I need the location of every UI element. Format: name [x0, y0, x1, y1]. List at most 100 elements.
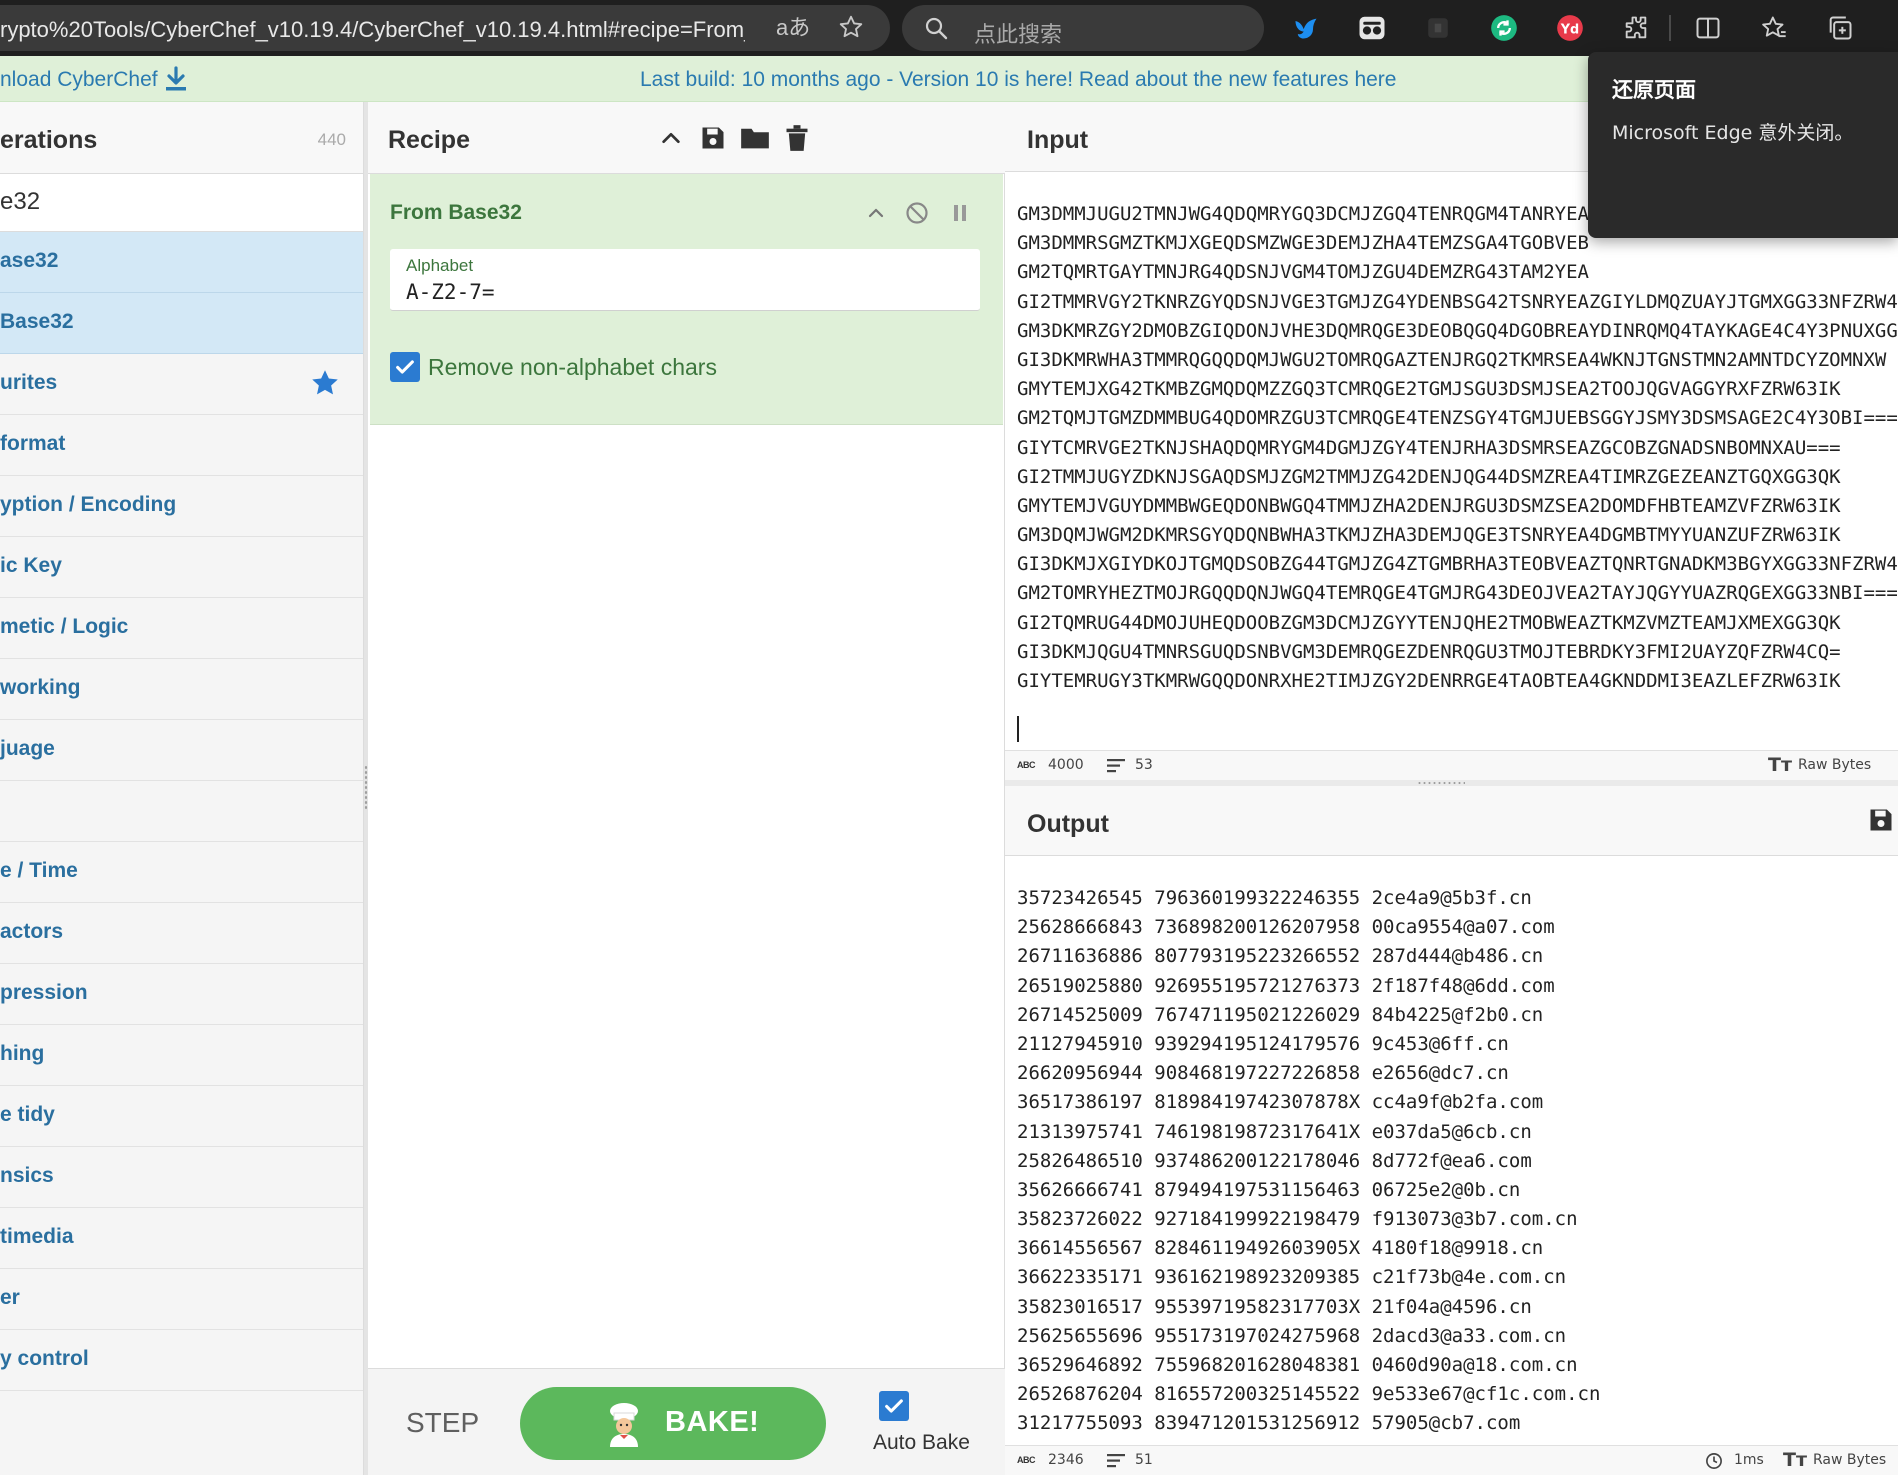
- operation-category-item[interactable]: juage: [0, 720, 363, 781]
- operation-category-item[interactable]: nsics: [0, 1147, 363, 1208]
- operation-category-label: working: [0, 676, 81, 699]
- bake-label: BAKE!: [665, 1406, 760, 1438]
- restore-pages-popup[interactable]: 还原页面 Microsoft Edge 意外关闭。: [1588, 52, 1898, 238]
- length-icon: ABC: [1017, 760, 1036, 770]
- output-line: 21313975741 74619819872317641X e037da5@6…: [1017, 1120, 1532, 1143]
- split-screen-icon[interactable]: [1692, 12, 1724, 44]
- output-line: 26711636886 807793195223266552 287d444@b…: [1017, 945, 1544, 968]
- input-caret: [1017, 716, 1019, 742]
- input-line: GM2TOMRYHEZTMOJRGQQDQNJWGQ4TEMRQGE4TGMJR…: [1017, 582, 1898, 605]
- favorites-icon[interactable]: [1758, 12, 1790, 44]
- lines-icon: [1107, 1454, 1125, 1468]
- operation-category-item[interactable]: working: [0, 659, 363, 720]
- bake-button[interactable]: BAKE!: [520, 1387, 826, 1460]
- popup-message: Microsoft Edge 意外关闭。: [1612, 122, 1854, 144]
- operation-category-item[interactable]: hing: [0, 1025, 363, 1086]
- auto-bake-label[interactable]: Auto Bake: [873, 1431, 970, 1455]
- address-bar-url[interactable]: rypto%20Tools/CyberChef_v10.19.4/CyberCh…: [0, 17, 745, 43]
- address-bar[interactable]: rypto%20Tools/CyberChef_v10.19.4/CyberCh…: [0, 5, 890, 51]
- sync-extension-icon[interactable]: [1488, 12, 1520, 44]
- version-notice-link[interactable]: Last build: 10 months ago - Version 10 i…: [640, 68, 1396, 92]
- operations-header: erations 440: [0, 102, 363, 174]
- alphabet-value[interactable]: A-Z2-7=: [406, 280, 495, 304]
- output-format[interactable]: Raw Bytes: [1813, 1452, 1886, 1468]
- operations-panel: erations 440 e32 ase32 Base32 urites form…: [0, 102, 364, 1475]
- operation-category-label: er: [0, 1286, 20, 1309]
- output-line: 25628666843 736898200126207958 00ca9554@…: [1017, 916, 1555, 939]
- step-button[interactable]: STEP: [406, 1407, 479, 1439]
- glasses-extension-icon[interactable]: [1356, 12, 1388, 44]
- pause-operation-icon[interactable]: [945, 198, 975, 228]
- favorite-star-icon[interactable]: [838, 14, 864, 45]
- operations-search-value[interactable]: e32: [0, 188, 40, 216]
- operation-category-item[interactable]: metic / Logic: [0, 598, 363, 659]
- input-status-bar: ABC 4000 53 Tт Raw Bytes: [1005, 750, 1898, 780]
- remove-non-alphabet-label[interactable]: Remove non-alphabet chars: [428, 354, 717, 381]
- clear-recipe-icon[interactable]: [781, 122, 813, 154]
- remove-non-alphabet-checkbox[interactable]: [390, 352, 420, 382]
- save-recipe-icon[interactable]: [697, 122, 729, 154]
- puzzle-extensions-icon[interactable]: [1620, 12, 1652, 44]
- clock-icon: [1706, 1453, 1722, 1469]
- operation-category-item[interactable]: actors: [0, 903, 363, 964]
- from-base32-operation[interactable]: From Base32 Alphabet A-Z2-7= Remove non-…: [370, 174, 1003, 425]
- operation-category-item[interactable]: ase32: [0, 232, 363, 293]
- output-line: 26714525009 767471195021226029 84b4225@f…: [1017, 1003, 1544, 1026]
- font-size-icon[interactable]: Tт: [1783, 1449, 1807, 1471]
- operation-category-label: ase32: [0, 249, 59, 272]
- browser-search-box[interactable]: 点此搜索: [902, 5, 1264, 51]
- operation-category-item[interactable]: [0, 781, 363, 842]
- operation-category-label: e tidy: [0, 1103, 55, 1126]
- output-line: 25826486510 937486200122178046 8d772f@ea…: [1017, 1149, 1532, 1172]
- collections-icon[interactable]: [1824, 12, 1856, 44]
- output-line: 36529646892 755968201628048381 0460d90a@…: [1017, 1354, 1578, 1376]
- grey-extension-icon[interactable]: [1422, 12, 1454, 44]
- alphabet-field[interactable]: Alphabet A-Z2-7=: [390, 249, 980, 311]
- bake-time: 1ms: [1734, 1452, 1764, 1468]
- operation-category-item[interactable]: Base32: [0, 293, 363, 354]
- disable-operation-icon[interactable]: [902, 198, 932, 228]
- input-line: GM3DQMJWGM2DKMRSGYQDQNBWHA3TKMJZHA3DEMJQ…: [1017, 524, 1841, 547]
- browser-toolbar: rypto%20Tools/CyberChef_v10.19.4/CyberCh…: [0, 0, 1898, 56]
- red-extension-icon[interactable]: Yd: [1554, 12, 1586, 44]
- operation-category-item[interactable]: urites: [0, 354, 363, 415]
- save-output-icon[interactable]: [1867, 806, 1895, 834]
- output-text-area[interactable]: 35723426545 796360199322246355 2ce4a9@5b…: [1017, 856, 1898, 1446]
- io-resize-handle[interactable]: [1417, 781, 1465, 785]
- output-line: 21127945910 939294195124179576 9c453@6ff…: [1017, 1032, 1509, 1055]
- output-line: 35823016517 95539719582317703X 21f04a@45…: [1017, 1295, 1532, 1318]
- operation-category-item[interactable]: y control: [0, 1330, 363, 1391]
- operation-category-item[interactable]: yption / Encoding: [0, 476, 363, 537]
- operation-category-item[interactable]: pression: [0, 964, 363, 1025]
- output-line: 35723426545 796360199322246355 2ce4a9@5b…: [1017, 887, 1532, 909]
- collapse-operation-icon[interactable]: [861, 198, 891, 228]
- operation-category-item[interactable]: e / Time: [0, 842, 363, 903]
- operations-count: 440: [317, 130, 346, 149]
- operations-search-input[interactable]: e32: [0, 174, 363, 232]
- operation-category-item[interactable]: er: [0, 1269, 363, 1330]
- input-line: GM2TQMJTGMZDMMBUG4QDOMRZGU3TCMRQGE4TENZS…: [1017, 407, 1898, 430]
- operation-category-item[interactable]: format: [0, 415, 363, 476]
- input-line: GM2TQMRTGAYTMNJRG4QDSNJVGM4TOMJZGU4DEMZR…: [1017, 261, 1589, 284]
- operation-category-item[interactable]: timedia: [0, 1208, 363, 1269]
- font-size-icon[interactable]: Tт: [1768, 754, 1792, 776]
- download-cyberchef-link[interactable]: nload CyberChef: [0, 68, 158, 92]
- input-text-area[interactable]: GM3DMMJUGU2TMNJWG4QDQMRYGQ3DCMJZGQ4TENRQ…: [1017, 172, 1898, 710]
- download-icon[interactable]: [164, 66, 188, 92]
- io-panel: Input GM3DMMJUGU2TMNJWG4QDQMRYGQ3DCMJZGQ…: [1005, 102, 1898, 1475]
- operation-category-item[interactable]: ic Key: [0, 537, 363, 598]
- read-aloud-icon[interactable]: aあ: [776, 16, 810, 40]
- collapse-all-icon[interactable]: [655, 122, 687, 154]
- auto-bake-checkbox[interactable]: [879, 1391, 909, 1421]
- operation-category-item[interactable]: e tidy: [0, 1086, 363, 1147]
- search-placeholder: 点此搜索: [974, 22, 1063, 47]
- bird-extension-icon[interactable]: [1290, 12, 1322, 44]
- load-recipe-icon[interactable]: [739, 122, 771, 154]
- operation-category-label: juage: [0, 737, 55, 760]
- operation-category-label: metic / Logic: [0, 615, 129, 638]
- input-line: GI3DKMJQGU4TMNRSGUQDSNBVGM3DEMRQGEZDENRQ…: [1017, 640, 1841, 663]
- recipe-title: Recipe: [388, 126, 470, 154]
- input-format[interactable]: Raw Bytes: [1798, 757, 1871, 773]
- input-line-count: 53: [1135, 757, 1153, 773]
- operation-category-label: Base32: [0, 310, 74, 333]
